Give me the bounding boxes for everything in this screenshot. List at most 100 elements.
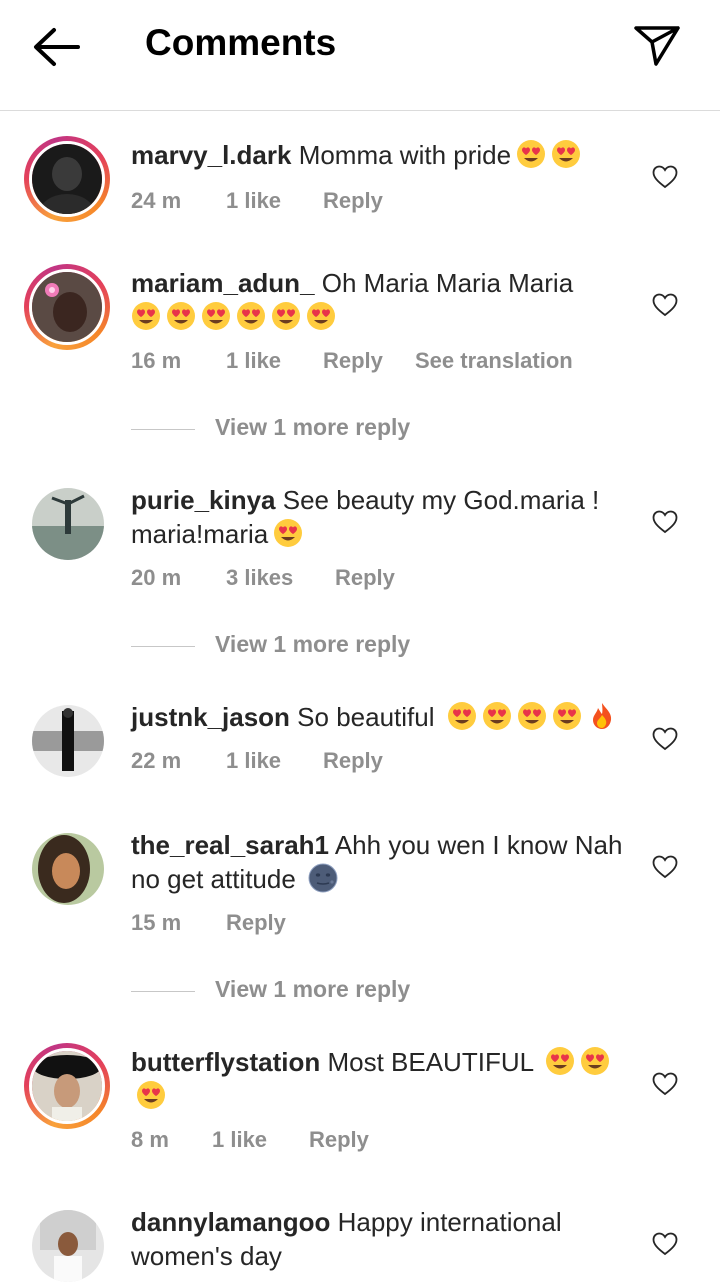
comment-text: purie_kinya See beauty my God.maria ! ma…	[131, 483, 631, 551]
heart-icon[interactable]	[652, 727, 678, 751]
heart-eyes-emoji-icon	[551, 139, 581, 169]
comment-body: Most BEAUTIFUL	[327, 1047, 541, 1077]
comment-item: the_real_sarah1 Ahh you wen I know Nah n…	[0, 826, 720, 1006]
header-bar: Comments	[0, 0, 720, 111]
comment-emojis	[131, 302, 336, 332]
heart-icon[interactable]	[652, 1072, 678, 1096]
comment-username[interactable]: purie_kinya	[131, 485, 276, 515]
divider-line	[131, 429, 195, 430]
comment-time: 16 m	[131, 348, 182, 373]
comment-text: the_real_sarah1 Ahh you wen I know Nah n…	[131, 828, 631, 896]
avatar	[32, 488, 104, 560]
reply-button[interactable]: Reply	[309, 1127, 369, 1153]
reply-button[interactable]: Reply	[226, 910, 286, 936]
share-button[interactable]	[632, 22, 682, 68]
comment-time: 15 m	[131, 910, 182, 935]
avatar-wrapper[interactable]	[32, 705, 104, 777]
comment-username[interactable]: dannylamangoo	[131, 1207, 330, 1237]
heart-eyes-emoji-icon	[131, 301, 161, 331]
comment-likes[interactable]: 1 like	[226, 748, 281, 774]
comment-username[interactable]: mariam_adun_	[131, 268, 315, 298]
reply-button[interactable]: Reply	[335, 565, 395, 591]
heart-eyes-emoji-icon	[271, 301, 301, 331]
see-translation-button[interactable]: See translation	[415, 348, 573, 374]
new-moon-face-emoji-icon	[308, 863, 338, 893]
comment-item: mariam_adun_ Oh Maria Maria Maria 16 m 1…	[0, 264, 720, 444]
heart-eyes-emoji-icon	[166, 301, 196, 331]
back-button[interactable]	[30, 24, 82, 70]
comment-emojis	[303, 863, 338, 894]
avatar	[32, 833, 104, 905]
heart-eyes-emoji-icon	[517, 701, 547, 731]
comment-item: purie_kinya See beauty my God.maria ! ma…	[0, 481, 720, 661]
avatar	[32, 705, 104, 777]
view-more-label[interactable]: View 1 more reply	[215, 631, 410, 658]
paper-plane-icon	[634, 26, 680, 66]
heart-icon[interactable]	[652, 510, 678, 534]
comment-text: butterflystation Most BEAUTIFUL	[131, 1045, 631, 1113]
comment-likes[interactable]: 1 like	[212, 1127, 267, 1153]
heart-eyes-emoji-icon	[273, 518, 303, 548]
story-ring[interactable]	[24, 136, 110, 222]
comment-likes[interactable]: 1 like	[226, 188, 281, 214]
heart-icon[interactable]	[652, 1232, 678, 1256]
heart-icon[interactable]	[652, 855, 678, 879]
divider-line	[131, 646, 195, 647]
comment-text: mariam_adun_ Oh Maria Maria Maria	[131, 266, 631, 334]
comment-time: 22 m	[131, 748, 182, 773]
reply-button[interactable]: Reply	[323, 748, 383, 774]
heart-eyes-emoji-icon	[306, 301, 336, 331]
avatar	[32, 1210, 104, 1282]
comment-item: justnk_jason So beautiful 22 m 1 like Re…	[0, 698, 720, 798]
view-more-replies[interactable]: View 1 more reply	[131, 414, 551, 444]
comment-emojis	[442, 702, 617, 732]
comment-text: dannylamangoo Happy international women'…	[131, 1205, 631, 1273]
reply-button[interactable]: Reply	[323, 188, 383, 214]
comment-likes[interactable]: 3 likes	[226, 565, 293, 591]
comment-username[interactable]: butterflystation	[131, 1047, 320, 1077]
view-more-replies[interactable]: View 1 more reply	[131, 976, 551, 1006]
comment-item: dannylamangoo Happy international women'…	[0, 1203, 720, 1283]
heart-eyes-emoji-icon	[516, 139, 546, 169]
heart-eyes-emoji-icon	[552, 701, 582, 731]
comment-username[interactable]: marvy_l.dark	[131, 140, 291, 170]
story-ring[interactable]	[24, 264, 110, 350]
comment-text: marvy_l.dark Momma with pride	[131, 138, 631, 172]
heart-eyes-emoji-icon	[236, 301, 266, 331]
heart-eyes-emoji-icon	[201, 301, 231, 331]
comment-emojis	[268, 519, 303, 549]
heart-icon[interactable]	[652, 293, 678, 317]
heart-eyes-emoji-icon	[482, 701, 512, 731]
avatar-wrapper[interactable]	[32, 488, 104, 560]
heart-eyes-emoji-icon	[136, 1080, 166, 1110]
comment-time: 8 m	[131, 1127, 169, 1152]
page-title: Comments	[145, 22, 337, 63]
arrow-left-icon	[34, 28, 80, 66]
view-more-label[interactable]: View 1 more reply	[215, 414, 410, 441]
fire-emoji-icon	[587, 701, 617, 731]
comment-body: So beautiful	[297, 702, 442, 732]
reply-button[interactable]: Reply	[323, 348, 383, 374]
story-ring[interactable]	[24, 1043, 110, 1129]
avatar	[29, 269, 105, 345]
comment-username[interactable]: the_real_sarah1	[131, 830, 329, 860]
comment-emojis	[511, 140, 581, 170]
comment-time: 24 m	[131, 188, 182, 213]
comment-likes[interactable]: 1 like	[226, 348, 281, 374]
heart-eyes-emoji-icon	[545, 1046, 575, 1076]
avatar-wrapper[interactable]	[32, 1210, 104, 1282]
comment-text: justnk_jason So beautiful	[131, 700, 631, 734]
divider-line	[131, 991, 195, 992]
avatar-wrapper[interactable]	[32, 833, 104, 905]
heart-icon[interactable]	[652, 165, 678, 189]
avatar	[29, 141, 105, 217]
comment-item: marvy_l.dark Momma with pride 24 m 1 lik…	[0, 136, 720, 236]
comment-username[interactable]: justnk_jason	[131, 702, 290, 732]
comment-body: Oh Maria Maria Maria	[321, 268, 574, 298]
view-more-replies[interactable]: View 1 more reply	[131, 631, 551, 661]
comment-body: Momma with pride	[298, 140, 512, 170]
avatar	[29, 1048, 105, 1124]
view-more-label[interactable]: View 1 more reply	[215, 976, 410, 1003]
comment-item: butterflystation Most BEAUTIFUL 8 m 1 li…	[0, 1043, 720, 1163]
heart-eyes-emoji-icon	[447, 701, 477, 731]
